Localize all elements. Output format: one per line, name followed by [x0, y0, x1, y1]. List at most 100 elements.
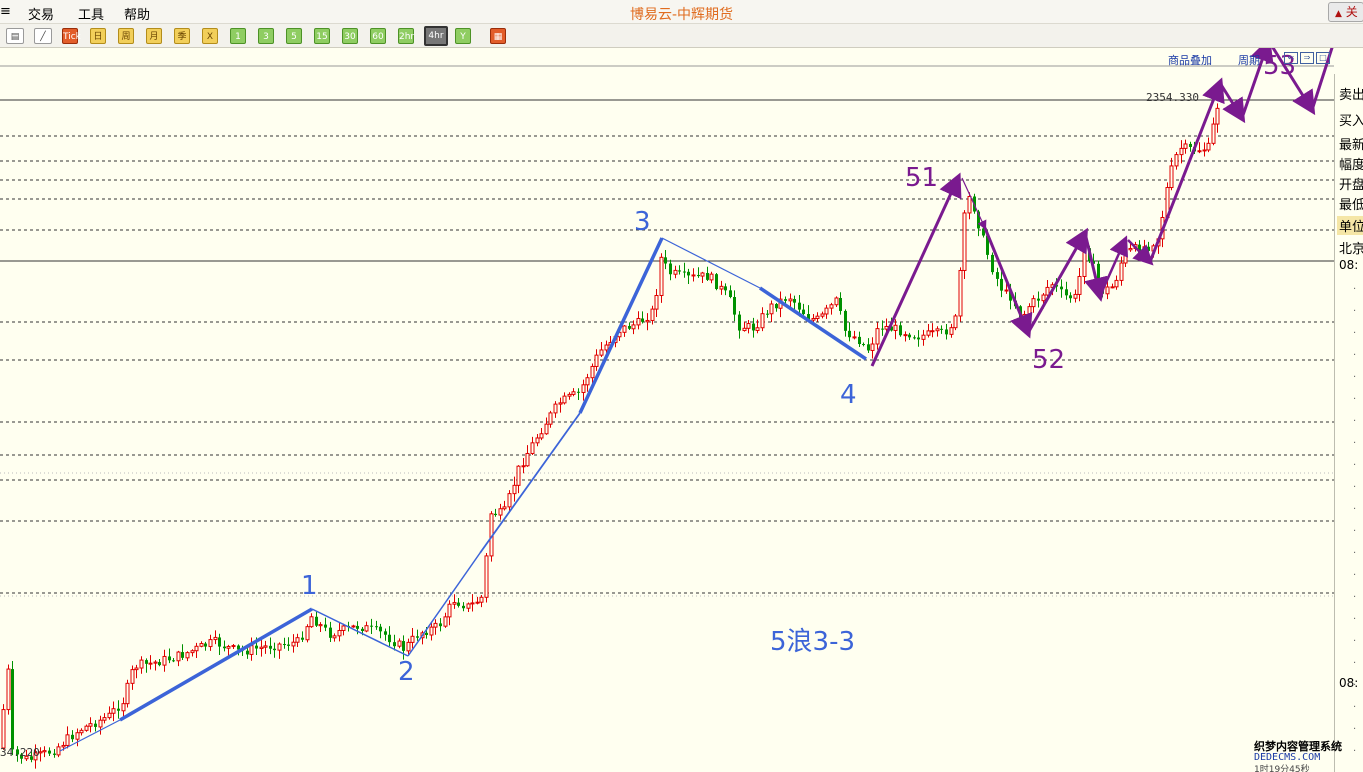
candle-body [324, 624, 327, 628]
candle-body [903, 334, 908, 337]
period-button-周[interactable]: 周 [118, 28, 134, 44]
period-button-季[interactable]: 季 [174, 28, 190, 44]
period-button-5[interactable]: 5 [286, 28, 302, 44]
period-button-60[interactable]: 60 [370, 28, 386, 44]
nav-expand-icon[interactable]: □ [1316, 52, 1330, 64]
candle-body [802, 309, 805, 315]
candle-body [462, 605, 465, 609]
nav-right-icon[interactable]: ⇒ [1300, 52, 1314, 64]
candle-body [940, 328, 943, 330]
candle-body [571, 391, 576, 395]
candle-body [305, 626, 310, 641]
period-button-月[interactable]: 月 [146, 28, 162, 44]
candle-body [1041, 294, 1046, 302]
axis-tick: · [1353, 284, 1357, 295]
period-button-日[interactable]: 日 [90, 28, 106, 44]
period-button-30[interactable]: 30 [342, 28, 358, 44]
candle-body [48, 750, 51, 754]
candle-body [742, 327, 747, 332]
candle-body [893, 324, 898, 331]
wave-label-1: 1 [301, 571, 318, 601]
candle-body [1147, 246, 1150, 251]
candle-body [535, 437, 540, 444]
tick-icon[interactable]: Tick [62, 28, 81, 44]
candle-body [697, 274, 700, 277]
candle-body [752, 323, 755, 331]
candle-body [484, 555, 489, 598]
candle-body [1, 709, 6, 749]
nav-left-icon[interactable]: ⇐ [1284, 52, 1298, 64]
candle-body [263, 645, 268, 648]
candle-body [775, 303, 778, 309]
chart-area[interactable]: 1 2 3 4 51 52 53 5浪3-3 商品叠加 周期 ⇐ ⇒ □ 2354.330 3… [0, 48, 1363, 772]
calculator-icon[interactable]: ▦ [490, 28, 506, 44]
candle-body [139, 659, 144, 669]
close-button[interactable]: ▲ 关 [1328, 2, 1363, 22]
panel-row-2: 最新 [1339, 138, 1363, 153]
panel-row-7: 北京 [1339, 242, 1363, 257]
period-button-1[interactable]: 1 [230, 28, 246, 44]
candle-body [1183, 143, 1188, 149]
candle-body [315, 616, 318, 626]
panel-row-0: 卖出 [1339, 88, 1363, 103]
axis-tick: · [1353, 306, 1357, 317]
candle-body [788, 298, 793, 302]
close-label: 关 [1345, 5, 1358, 19]
candle-body [375, 626, 378, 628]
candle-body [56, 746, 61, 756]
candle-body [706, 272, 709, 280]
wave-arrow [983, 227, 1033, 339]
candle-body [502, 506, 507, 510]
candle-body [71, 734, 74, 740]
candle-body [162, 655, 167, 666]
candle-body [577, 391, 580, 393]
period-link[interactable]: 周期 [1238, 52, 1260, 68]
wave-annotation: 5浪3-3 [770, 627, 855, 657]
chart-line-icon[interactable]: ╱ [34, 28, 52, 44]
candle-body [283, 644, 286, 646]
candle-body [921, 334, 926, 340]
candle-body [991, 254, 994, 273]
candle-body [967, 195, 972, 214]
candle-body [75, 732, 80, 740]
candlestick-chart[interactable]: 12345152535浪3-3 [0, 48, 1334, 772]
candle-body [226, 645, 231, 649]
period-button-2hr[interactable]: 2hr [398, 28, 414, 44]
candle-body [683, 271, 686, 273]
overlay-link[interactable]: 商品叠加 [1168, 52, 1212, 68]
candle-body [724, 286, 727, 291]
period-button-15[interactable]: 15 [314, 28, 330, 44]
candle-body [208, 639, 213, 648]
period-button-X[interactable]: X [202, 28, 218, 44]
period-button-Y[interactable]: Y [455, 28, 471, 44]
candle-body [604, 344, 609, 351]
candle-body [457, 602, 460, 606]
candle-body [1069, 295, 1072, 299]
candle-body [585, 377, 590, 386]
candle-body [447, 603, 452, 618]
axis-tick: · [1353, 614, 1357, 625]
list-icon[interactable]: ▤ [6, 28, 24, 44]
candle-body [443, 616, 448, 627]
panel-row-6: 单位 [1337, 216, 1363, 235]
candle-body [332, 635, 337, 639]
axis-tick: · [1353, 350, 1357, 361]
candle-body [269, 645, 272, 649]
axis-tick: · [1353, 328, 1357, 339]
candle-body [185, 652, 190, 659]
candle-body [654, 294, 659, 310]
candle-body [899, 325, 902, 336]
candle-body [1179, 147, 1184, 156]
candle-body [439, 623, 442, 627]
candle-body [755, 327, 760, 331]
axis-tick: · [1353, 416, 1357, 427]
period-button-3[interactable]: 3 [258, 28, 274, 44]
candle-body [669, 263, 672, 275]
candle-body [158, 662, 161, 666]
candle-body [829, 304, 834, 309]
period-button-4hr[interactable]: 4hr [424, 26, 448, 46]
candle-body [834, 297, 839, 306]
panel-row-3: 幅度 [1339, 158, 1363, 173]
candle-body [125, 682, 130, 705]
axis-tick: · [1353, 658, 1357, 669]
